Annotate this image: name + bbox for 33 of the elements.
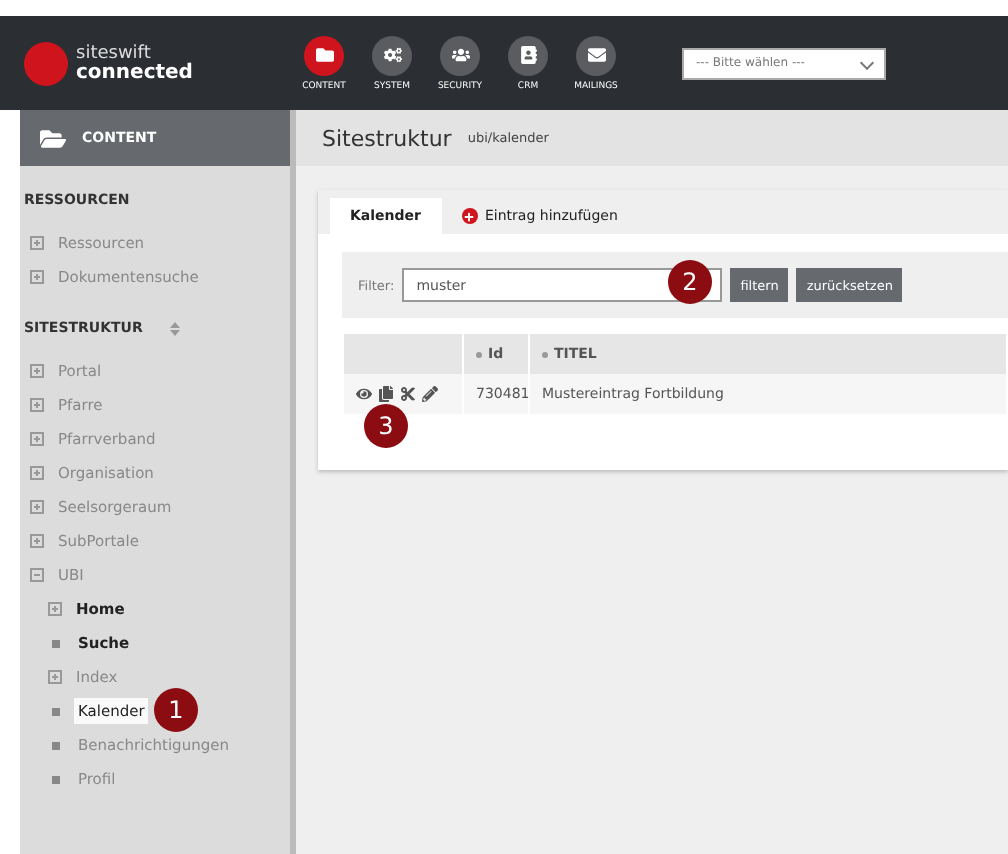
add-icon bbox=[461, 208, 477, 224]
expand-icon[interactable] bbox=[30, 500, 44, 514]
logo-text: connected bbox=[76, 63, 193, 81]
scissors-icon[interactable] bbox=[400, 386, 416, 402]
pencil-icon[interactable] bbox=[422, 386, 438, 402]
users-icon bbox=[451, 46, 469, 64]
copy-icon[interactable] bbox=[378, 386, 394, 402]
logo-icon bbox=[24, 41, 68, 85]
expand-icon[interactable] bbox=[30, 432, 44, 446]
expand-icon[interactable] bbox=[48, 602, 62, 616]
eye-icon[interactable] bbox=[356, 386, 372, 402]
bullet-icon bbox=[52, 741, 60, 749]
expand-icon[interactable] bbox=[30, 398, 44, 412]
expand-icon[interactable] bbox=[30, 534, 44, 548]
bullet-icon bbox=[52, 775, 60, 783]
folder-icon bbox=[315, 46, 333, 64]
sort-icon[interactable] bbox=[542, 351, 548, 357]
sort-icon[interactable] bbox=[170, 321, 181, 335]
contacts-icon bbox=[519, 46, 537, 64]
sort-icon[interactable] bbox=[476, 351, 482, 357]
collapse-icon[interactable] bbox=[30, 568, 44, 582]
folder-icon bbox=[40, 125, 66, 151]
expand-icon[interactable] bbox=[30, 236, 44, 250]
page-title: Sitestruktur bbox=[322, 125, 452, 151]
envelope-icon bbox=[587, 46, 605, 64]
bullet-icon bbox=[52, 707, 60, 715]
expand-icon[interactable] bbox=[30, 364, 44, 378]
expand-icon[interactable] bbox=[30, 270, 44, 284]
expand-icon[interactable] bbox=[48, 670, 62, 684]
logo-text: siteswift bbox=[76, 45, 151, 63]
expand-icon[interactable] bbox=[30, 466, 44, 480]
gears-icon bbox=[383, 46, 401, 64]
bullet-icon bbox=[52, 639, 60, 647]
